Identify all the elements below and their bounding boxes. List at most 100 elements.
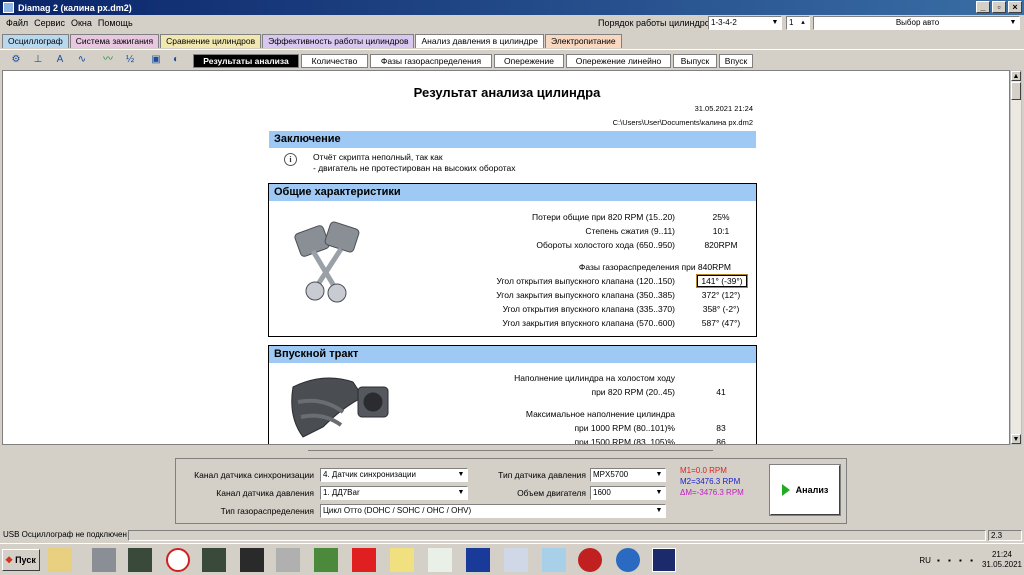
monitor-icon[interactable] <box>128 548 152 572</box>
subtab-advance[interactable]: Опережение <box>494 54 564 68</box>
timing-type-select[interactable]: Цикл Отто (DOHC / SOHC / OHC / OHV) ▼ <box>320 504 666 518</box>
conclusion-line-2: - двигатель не протестирован на высоких … <box>313 163 516 173</box>
auto-icon[interactable]: A <box>52 53 68 67</box>
minimize-button[interactable]: _ <box>976 1 990 13</box>
tray-icons: ▪ ▪ ▪ ▪ <box>936 555 976 565</box>
row-value: 25% <box>712 212 730 222</box>
chevron-down-icon: ▼ <box>655 489 663 496</box>
sync-channel-value: 4. Датчик синхронизации <box>323 470 416 479</box>
cylinder-order-select[interactable]: 1-3-4-2 ▼ <box>708 16 782 30</box>
screen-icon[interactable] <box>202 548 226 572</box>
subtab-results[interactable]: Результаты анализа <box>193 54 299 68</box>
scroll-thumb[interactable] <box>1011 82 1021 100</box>
row-label: Угол закрытия выпускного клапана (350..3… <box>496 290 675 300</box>
waveform-icon[interactable] <box>652 548 676 572</box>
general-heading: Общие характеристики <box>269 184 756 201</box>
save-icon[interactable]: ▣ <box>148 53 164 67</box>
hfm-icon[interactable] <box>466 548 490 572</box>
pressure-channel-label: Канал датчика давления <box>216 488 314 498</box>
chevron-down-icon: ▼ <box>655 507 663 514</box>
title-bar: Diamag 2 (калина px.dm2) _ ▫ × <box>0 0 1024 15</box>
row-value: 83 <box>716 423 726 433</box>
row-label: Потери общие при 820 RPM (15..20) <box>532 212 675 222</box>
spin-icon: ▴ <box>801 19 805 26</box>
tab-cylinder-efficiency[interactable]: Эффективность работы цилиндров <box>262 34 415 48</box>
chevron-down-icon: ▼ <box>457 489 465 496</box>
subtab-exhaust[interactable]: Выпуск <box>673 54 717 68</box>
sensor-type-value: MPX5700 <box>593 470 629 479</box>
row-value: 10:1 <box>712 226 730 236</box>
menu-windows[interactable]: Окна <box>68 18 95 28</box>
conclusion-line-1: Отчёт скрипта неполный, так как <box>313 152 443 162</box>
tab-pressure-analysis[interactable]: Анализ давления в цилиндре <box>415 34 544 48</box>
sensor-type-select[interactable]: MPX5700 ▼ <box>590 468 666 482</box>
app-icon <box>3 2 14 13</box>
start-button[interactable]: ❖ Пуск <box>2 549 40 571</box>
cylinder-number-value: 1 <box>789 18 794 27</box>
row-value-highlight: 141° (-39°) <box>696 274 748 288</box>
owl-icon[interactable] <box>166 548 190 572</box>
menu-file[interactable]: Файл <box>3 18 31 28</box>
marker-m1: M1=0.0 RPM <box>680 466 727 475</box>
notepad-icon[interactable] <box>542 548 566 572</box>
tab-power-supply[interactable]: Электропитание <box>544 34 622 48</box>
subtab-advance-linear[interactable]: Опережение линейно <box>566 54 671 68</box>
car-select[interactable]: Выбор авто ▼ <box>813 16 1020 30</box>
cylinder-number-select[interactable]: 1 ▴ <box>786 16 810 30</box>
engine-volume-select[interactable]: 1600 ▼ <box>590 486 666 500</box>
a-icon[interactable] <box>352 548 376 572</box>
chip-icon[interactable] <box>240 548 264 572</box>
pressure-channel-select[interactable]: 1. ДД7Bar ▼ <box>320 486 468 500</box>
scroll-up-icon[interactable]: ▲ <box>1011 71 1021 81</box>
scroll-down-icon[interactable]: ▼ <box>1011 434 1021 444</box>
marker-m2: M2=3476.3 RPM <box>680 477 741 486</box>
chevron-down-icon: ▼ <box>655 471 663 478</box>
calculator-icon[interactable] <box>504 548 528 572</box>
car-icon[interactable] <box>314 548 338 572</box>
tdc-icon[interactable]: ⊥ <box>30 53 46 67</box>
sync-channel-select[interactable]: 4. Датчик синхронизации ▼ <box>320 468 468 482</box>
lang-indicator[interactable]: RU <box>919 556 931 565</box>
max-fill-label: Максимальное наполнение цилиндра <box>525 409 675 419</box>
drive-icon[interactable] <box>92 548 116 572</box>
chevron-down-icon: ▼ <box>457 471 465 478</box>
row-label: Угол открытия выпускного клапана (120..1… <box>496 276 675 286</box>
window-title: Diamag 2 (калина px.dm2) <box>18 2 132 13</box>
wave-icon[interactable]: ∿ <box>74 53 90 67</box>
row-value: 372° (12°) <box>701 290 741 300</box>
menu-help[interactable]: Помощь <box>95 18 136 28</box>
start-label: Пуск <box>15 555 36 565</box>
compare-icon[interactable]: ◐ <box>168 53 184 67</box>
clock[interactable]: 21:24 31.05.2021 <box>982 550 1022 570</box>
explorer-icon[interactable] <box>48 548 72 572</box>
cylinder-icon[interactable]: ⚙ <box>8 53 24 67</box>
ic-icon[interactable] <box>276 548 300 572</box>
hex-icon[interactable] <box>390 548 414 572</box>
graph-icon[interactable]: 〰 <box>100 53 116 67</box>
calc-icon[interactable] <box>428 548 452 572</box>
splitter-handle[interactable] <box>308 450 713 455</box>
vertical-scrollbar[interactable]: ▲ ▼ <box>1010 70 1022 445</box>
row-label: Угол открытия впускного клапана (335..37… <box>502 304 675 314</box>
subtab-intake[interactable]: Впуск <box>719 54 753 68</box>
restore-button[interactable]: ▫ <box>992 1 1006 13</box>
cylinder-order-value: 1-3-4-2 <box>711 18 737 27</box>
info-icon: i <box>284 153 297 166</box>
subtab-quantity[interactable]: Количество <box>301 54 368 68</box>
menu-service[interactable]: Сервис <box>31 18 68 28</box>
tab-cylinder-compare[interactable]: Сравнение цилиндров <box>160 34 262 48</box>
analyze-button[interactable]: Анализ <box>769 464 841 516</box>
version-cell: 2.3 <box>988 530 1022 541</box>
row-value: 41 <box>716 387 726 397</box>
row-label: при 1500 RPM (83..105)% <box>574 437 675 445</box>
flash-icon[interactable] <box>616 548 640 572</box>
tab-ignition[interactable]: Система зажигания <box>69 34 160 48</box>
timing-type-label: Тип газораспределения <box>220 506 314 516</box>
tab-oscilloscope[interactable]: Осциллограф <box>2 34 69 48</box>
bug-icon[interactable] <box>578 548 602 572</box>
algorithm-icon[interactable]: ½ <box>122 53 138 67</box>
close-button[interactable]: × <box>1008 1 1022 13</box>
subtab-valve-timing[interactable]: Фазы газораспределения <box>370 54 492 68</box>
row-label: при 820 RPM (20..45) <box>591 387 675 397</box>
system-tray: RU ▪ ▪ ▪ ▪ 21:24 31.05.2021 <box>919 547 1022 573</box>
